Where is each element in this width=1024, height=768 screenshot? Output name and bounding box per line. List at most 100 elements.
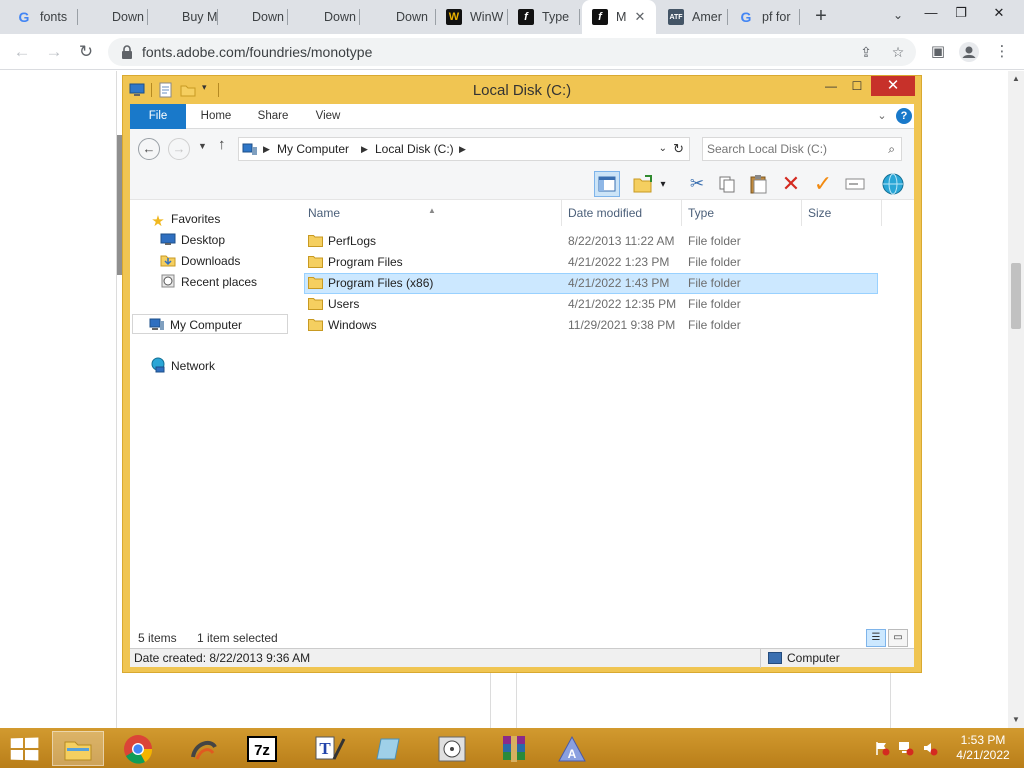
browser-tab-active[interactable]: f M ✕ [582,0,656,34]
nav-desktop[interactable]: Desktop [160,230,225,250]
copy-icon[interactable] [714,171,740,197]
reload-icon[interactable]: ↻ [74,40,98,64]
minimize-window-icon[interactable]: — [916,2,946,26]
7zip-taskbar-icon[interactable]: 7z [236,731,288,766]
notes-taskbar-icon[interactable] [364,731,416,766]
explorer-title-bar[interactable]: ▾ Local Disk (C:) — ☐ ✕ [123,76,921,104]
scroll-up-icon[interactable]: ▲ [1011,74,1021,84]
nav-downloads[interactable]: Downloads [160,251,240,271]
dropdown-icon[interactable]: ▾ [656,171,670,197]
rename-icon[interactable] [842,171,868,197]
properties-folder-icon[interactable] [630,171,656,197]
table-row[interactable]: Program Files 4/21/2022 1:23 PM File fol… [304,252,878,273]
recent-locations-icon[interactable]: ▼ [198,141,207,151]
scroll-down-icon[interactable]: ▼ [1011,715,1021,725]
browser-tab[interactable]: G fonts [6,0,78,34]
search-box[interactable]: ⌕ [702,137,902,161]
close-tab-icon[interactable]: ✕ [632,9,648,25]
breadcrumb-chevron-icon[interactable]: ▶ [459,144,466,155]
address-dropdown-icon[interactable]: ⌄ [659,143,667,154]
nav-my-computer[interactable]: My Computer [132,314,288,334]
help-icon[interactable]: ? [896,108,912,124]
cut-icon[interactable]: ✂ [684,171,710,197]
microsoft-icon [300,9,316,25]
browser-menu-icon[interactable]: ⋮ [990,40,1014,64]
browser-tab[interactable]: Down [362,0,436,34]
volume-muted-icon[interactable] [922,740,938,756]
windows-start-icon[interactable] [10,737,39,761]
browser-tab[interactable]: Buy M [148,0,218,34]
nav-network[interactable]: Network [150,356,215,376]
file-explorer-taskbar-icon[interactable] [52,731,104,766]
up-arrow-icon[interactable]: ↑ [218,136,226,153]
app-swirl-taskbar-icon[interactable] [178,731,230,766]
column-header-size[interactable]: Size [804,200,882,226]
action-center-flag-icon[interactable] [874,740,890,756]
profile-avatar-icon[interactable] [957,40,981,64]
page-scrollbar[interactable]: ▲ ▼ [1008,71,1024,728]
scrollbar-thumb[interactable] [1011,263,1021,329]
paste-icon[interactable] [746,171,772,197]
forward-icon[interactable]: → [168,138,190,160]
breadcrumb-local-disk[interactable]: Local Disk (C:) [375,142,454,156]
browser-tab[interactable]: Down [78,0,148,34]
table-row[interactable]: Users 4/21/2022 12:35 PM File folder [304,294,878,315]
browser-tab[interactable]: G pf for [728,0,800,34]
back-icon[interactable]: ← [138,138,160,160]
table-row[interactable]: Windows 11/29/2021 9:38 PM File folder [304,315,878,336]
ribbon-tabs: File Home Share View ⌄ ? [130,104,914,129]
nav-favorites[interactable]: ★ Favorites [150,209,220,230]
globe-icon[interactable] [880,171,906,197]
address-bar[interactable]: fonts.adobe.com/foundries/monotype ⇪ ☆ [108,38,916,66]
large-icons-view-icon[interactable]: ▭ [888,629,908,647]
tab-view[interactable]: View [304,104,352,129]
font-app-taskbar-icon[interactable]: A [546,731,598,766]
expand-ribbon-icon[interactable]: ⌄ [874,108,890,124]
taskbar-clock[interactable]: 1:53 PM 4/21/2022 [948,733,1018,763]
winrar-taskbar-icon[interactable] [488,731,540,766]
computer-icon [149,318,164,330]
preview-pane-icon[interactable] [594,171,620,197]
forward-arrow-icon[interactable]: → [42,40,66,64]
column-header-name[interactable]: Name ▲ [304,200,562,226]
tab-file[interactable]: File [130,104,186,129]
browser-tab[interactable]: Down [290,0,360,34]
explorer-maximize-icon[interactable]: ☐ [843,76,871,96]
explorer-close-icon[interactable]: ✕ [871,76,915,96]
explorer-minimize-icon[interactable]: — [817,76,845,96]
browser-tab[interactable]: W WinW [436,0,508,34]
new-tab-button[interactable]: + [808,4,834,30]
pane-splitter[interactable] [290,200,304,628]
browser-tab[interactable]: f Type [508,0,580,34]
back-arrow-icon[interactable]: ← [10,40,34,64]
table-row-selected[interactable]: Program Files (x86) 4/21/2022 1:43 PM Fi… [304,273,878,294]
close-window-icon[interactable]: ✕ [984,2,1014,26]
share-icon[interactable]: ⇪ [856,42,876,62]
tab-search-icon[interactable]: ⌄ [888,8,908,28]
side-panel-icon[interactable]: ▣ [926,40,950,64]
delete-icon[interactable]: ✕ [778,171,804,197]
breadcrumb-my-computer[interactable]: My Computer [277,142,349,156]
bookmark-star-icon[interactable]: ☆ [888,42,908,62]
details-view-icon[interactable]: ☰ [866,629,886,647]
column-header-date-modified[interactable]: Date modified [564,200,682,226]
chrome-taskbar-icon[interactable] [112,731,164,766]
search-input[interactable] [707,141,877,157]
tab-home[interactable]: Home [190,104,242,129]
rename-check-icon[interactable]: ✓ [810,171,836,197]
f-logo-icon: f [518,9,534,25]
browser-tab[interactable]: Down [218,0,288,34]
nav-recent-places[interactable]: Recent places [160,272,257,292]
restore-window-icon[interactable]: ❐ [946,2,976,26]
tab-share[interactable]: Share [248,104,298,129]
browser-tab[interactable]: ATF Amer [658,0,728,34]
breadcrumb-chevron-icon[interactable]: ▶ [361,144,368,155]
disk-image-taskbar-icon[interactable] [426,731,478,766]
network-status-icon[interactable] [898,740,914,756]
explorer-address-bar[interactable]: ▶ My Computer ▶ Local Disk (C:) ▶ ⌄ ↻ [238,137,690,161]
column-header-type[interactable]: Type [684,200,802,226]
refresh-icon[interactable]: ↻ [673,141,684,157]
table-row[interactable]: PerfLogs 8/22/2013 11:22 AM File folder [304,231,878,252]
type-editor-taskbar-icon[interactable]: T [304,731,356,766]
breadcrumb-chevron-icon[interactable]: ▶ [263,144,270,155]
